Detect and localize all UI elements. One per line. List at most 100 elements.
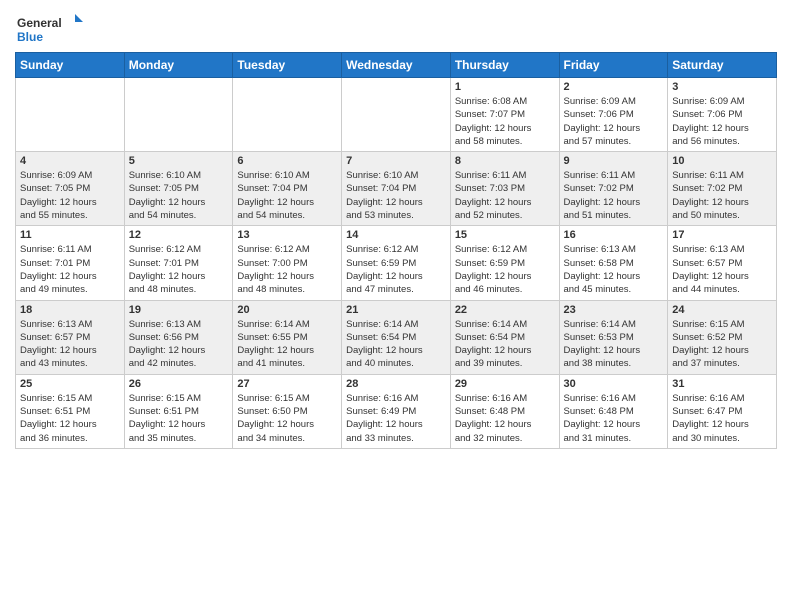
day-info: Sunrise: 6:13 AMSunset: 6:58 PMDaylight:… (564, 243, 664, 296)
calendar-cell: 7 Sunrise: 6:10 AMSunset: 7:04 PMDaylight… (342, 152, 451, 226)
day-number: 8 (455, 155, 555, 167)
day-info: Sunrise: 6:14 AMSunset: 6:53 PMDaylight:… (564, 318, 664, 371)
calendar-cell: 26 Sunrise: 6:15 AMSunset: 6:51 PMDayligh… (124, 374, 233, 448)
calendar-cell: 18 Sunrise: 6:13 AMSunset: 6:57 PMDayligh… (16, 300, 125, 374)
day-info: Sunrise: 6:13 AMSunset: 6:57 PMDaylight:… (672, 243, 772, 296)
calendar-cell: 19Sunrise: 6:13 AMSunset: 6:56 PMDayligh… (124, 300, 233, 374)
calendar-cell: 25 Sunrise: 6:15 AMSunset: 6:51 PMDayligh… (16, 374, 125, 448)
day-number: 12 (129, 229, 229, 241)
calendar-cell: 2 Sunrise: 6:09 AMSunset: 7:06 PMDaylight… (559, 78, 668, 152)
calendar-header-thursday: Thursday (450, 53, 559, 78)
calendar-header-tuesday: Tuesday (233, 53, 342, 78)
calendar-week-2: 4 Sunrise: 6:09 AMSunset: 7:05 PMDaylight… (16, 152, 777, 226)
header: General Blue (15, 10, 777, 46)
calendar-cell: 1 Sunrise: 6:08 AMSunset: 7:07 PMDaylight… (450, 78, 559, 152)
day-number: 15 (455, 229, 555, 241)
day-info: Sunrise: 6:14 AMSunset: 6:54 PMDaylight:… (455, 318, 555, 371)
day-info: Sunrise: 6:15 AMSunset: 6:51 PMDaylight:… (129, 392, 229, 445)
day-info: Sunrise: 6:12 AMSunset: 6:59 PMDaylight:… (455, 243, 555, 296)
day-info: Sunrise: 6:11 AMSunset: 7:02 PMDaylight:… (564, 169, 664, 222)
day-info: Sunrise: 6:11 AMSunset: 7:01 PMDaylight:… (20, 243, 120, 296)
calendar-cell: 16 Sunrise: 6:13 AMSunset: 6:58 PMDayligh… (559, 226, 668, 300)
day-number: 26 (129, 378, 229, 390)
day-number: 22 (455, 304, 555, 316)
day-info: Sunrise: 6:09 AMSunset: 7:05 PMDaylight:… (20, 169, 120, 222)
day-info: Sunrise: 6:11 AMSunset: 7:02 PMDaylight:… (672, 169, 772, 222)
calendar-cell: 31 Sunrise: 6:16 AMSunset: 6:47 PMDayligh… (668, 374, 777, 448)
day-number: 13 (237, 229, 337, 241)
day-info: Sunrise: 6:16 AMSunset: 6:49 PMDaylight:… (346, 392, 446, 445)
day-number: 17 (672, 229, 772, 241)
day-number: 11 (20, 229, 120, 241)
logo-icon: General Blue (15, 10, 85, 46)
day-info: Sunrise: 6:15 AMSunset: 6:50 PMDaylight:… (237, 392, 337, 445)
calendar-cell: 23 Sunrise: 6:14 AMSunset: 6:53 PMDayligh… (559, 300, 668, 374)
day-number: 30 (564, 378, 664, 390)
day-info: Sunrise: 6:10 AMSunset: 7:05 PMDaylight:… (129, 169, 229, 222)
calendar-cell: 13Sunrise: 6:12 AMSunset: 7:00 PMDayligh… (233, 226, 342, 300)
calendar-cell (124, 78, 233, 152)
day-info: Sunrise: 6:16 AMSunset: 6:47 PMDaylight:… (672, 392, 772, 445)
svg-text:Blue: Blue (17, 30, 43, 44)
day-number: 23 (564, 304, 664, 316)
day-info: Sunrise: 6:16 AMSunset: 6:48 PMDaylight:… (564, 392, 664, 445)
day-number: 31 (672, 378, 772, 390)
day-info: Sunrise: 6:12 AMSunset: 6:59 PMDaylight:… (346, 243, 446, 296)
day-info: Sunrise: 6:08 AMSunset: 7:07 PMDaylight:… (455, 95, 555, 148)
day-info: Sunrise: 6:16 AMSunset: 6:48 PMDaylight:… (455, 392, 555, 445)
calendar-cell: 30 Sunrise: 6:16 AMSunset: 6:48 PMDayligh… (559, 374, 668, 448)
day-number: 1 (455, 81, 555, 93)
day-info: Sunrise: 6:11 AMSunset: 7:03 PMDaylight:… (455, 169, 555, 222)
calendar-header-row: SundayMondayTuesdayWednesdayThursdayFrid… (16, 53, 777, 78)
day-number: 21 (346, 304, 446, 316)
day-info: Sunrise: 6:14 AMSunset: 6:55 PMDaylight:… (237, 318, 337, 371)
calendar-cell: 20Sunrise: 6:14 AMSunset: 6:55 PMDayligh… (233, 300, 342, 374)
page: General Blue SundayMondayTuesdayWednesda… (0, 0, 792, 612)
day-number: 7 (346, 155, 446, 167)
calendar-week-3: 11 Sunrise: 6:11 AMSunset: 7:01 PMDayligh… (16, 226, 777, 300)
calendar-cell: 3 Sunrise: 6:09 AMSunset: 7:06 PMDaylight… (668, 78, 777, 152)
calendar-cell: 29 Sunrise: 6:16 AMSunset: 6:48 PMDayligh… (450, 374, 559, 448)
day-info: Sunrise: 6:09 AMSunset: 7:06 PMDaylight:… (672, 95, 772, 148)
calendar-week-1: 1 Sunrise: 6:08 AMSunset: 7:07 PMDaylight… (16, 78, 777, 152)
calendar-cell: 4 Sunrise: 6:09 AMSunset: 7:05 PMDaylight… (16, 152, 125, 226)
calendar-header-saturday: Saturday (668, 53, 777, 78)
day-info: Sunrise: 6:13 AMSunset: 6:57 PMDaylight:… (20, 318, 120, 371)
day-number: 10 (672, 155, 772, 167)
day-info: Sunrise: 6:14 AMSunset: 6:54 PMDaylight:… (346, 318, 446, 371)
calendar-header-friday: Friday (559, 53, 668, 78)
day-info: Sunrise: 6:10 AMSunset: 7:04 PMDaylight:… (346, 169, 446, 222)
day-number: 19 (129, 304, 229, 316)
calendar-week-4: 18 Sunrise: 6:13 AMSunset: 6:57 PMDayligh… (16, 300, 777, 374)
day-number: 24 (672, 304, 772, 316)
calendar-cell: 14 Sunrise: 6:12 AMSunset: 6:59 PMDayligh… (342, 226, 451, 300)
calendar-cell: 12 Sunrise: 6:12 AMSunset: 7:01 PMDayligh… (124, 226, 233, 300)
day-number: 9 (564, 155, 664, 167)
calendar-cell: 24 Sunrise: 6:15 AMSunset: 6:52 PMDayligh… (668, 300, 777, 374)
calendar-cell: 22 Sunrise: 6:14 AMSunset: 6:54 PMDayligh… (450, 300, 559, 374)
day-number: 14 (346, 229, 446, 241)
day-number: 27 (237, 378, 337, 390)
day-info: Sunrise: 6:15 AMSunset: 6:52 PMDaylight:… (672, 318, 772, 371)
calendar-header-sunday: Sunday (16, 53, 125, 78)
calendar-cell (342, 78, 451, 152)
day-info: Sunrise: 6:09 AMSunset: 7:06 PMDaylight:… (564, 95, 664, 148)
day-number: 29 (455, 378, 555, 390)
calendar-cell: 10 Sunrise: 6:11 AMSunset: 7:02 PMDayligh… (668, 152, 777, 226)
day-number: 16 (564, 229, 664, 241)
day-info: Sunrise: 6:12 AMSunset: 7:01 PMDaylight:… (129, 243, 229, 296)
day-number: 4 (20, 155, 120, 167)
day-info: Sunrise: 6:10 AMSunset: 7:04 PMDaylight:… (237, 169, 337, 222)
day-number: 2 (564, 81, 664, 93)
day-number: 3 (672, 81, 772, 93)
day-number: 25 (20, 378, 120, 390)
calendar-cell: 8 Sunrise: 6:11 AMSunset: 7:03 PMDaylight… (450, 152, 559, 226)
day-number: 5 (129, 155, 229, 167)
day-number: 18 (20, 304, 120, 316)
day-info: Sunrise: 6:15 AMSunset: 6:51 PMDaylight:… (20, 392, 120, 445)
calendar-cell: 5 Sunrise: 6:10 AMSunset: 7:05 PMDaylight… (124, 152, 233, 226)
calendar-header-wednesday: Wednesday (342, 53, 451, 78)
calendar-table: SundayMondayTuesdayWednesdayThursdayFrid… (15, 52, 777, 449)
day-number: 28 (346, 378, 446, 390)
calendar-cell (233, 78, 342, 152)
